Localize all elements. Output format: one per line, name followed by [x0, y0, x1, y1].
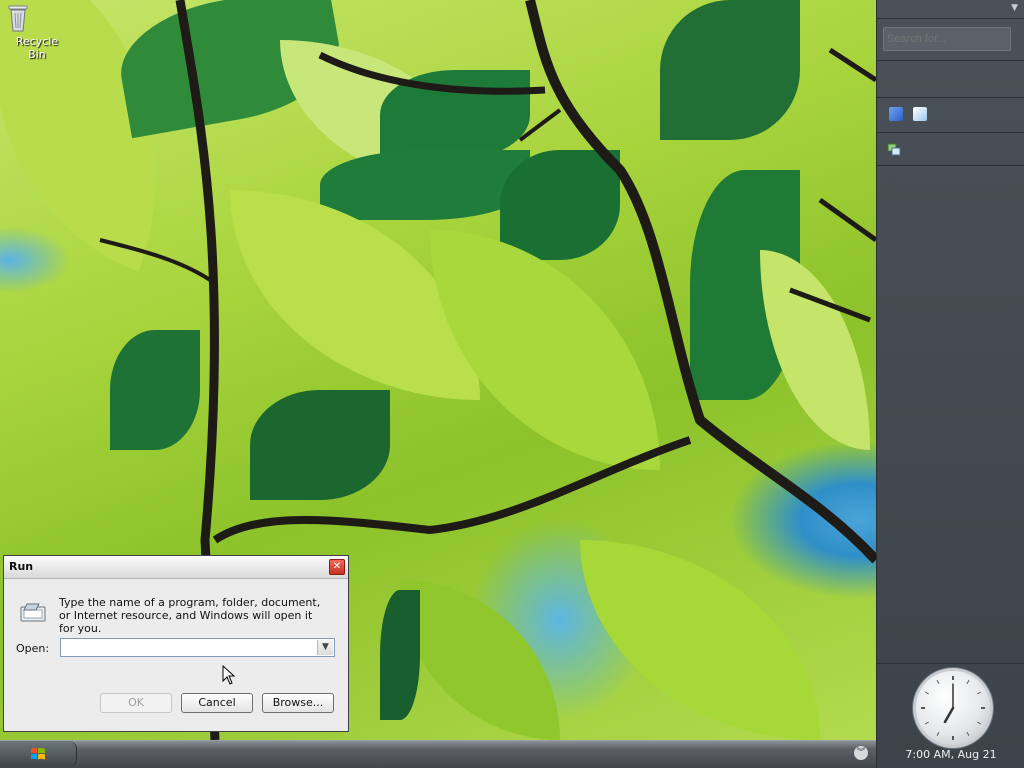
sidebar-header: ▼ — [877, 0, 1024, 18]
run-icon — [19, 601, 49, 623]
quick-launch-icons — [889, 107, 927, 121]
show-desktop-icon[interactable] — [913, 107, 927, 121]
divider — [877, 165, 1024, 166]
windows-logo-icon — [30, 747, 46, 761]
desktop-icon-label: Recycle Bin — [15, 35, 59, 61]
dropdown-arrow-icon[interactable]: ▼ — [317, 640, 333, 655]
clock-tick — [925, 721, 930, 725]
divider — [877, 663, 1024, 664]
ok-button[interactable]: OK — [100, 693, 172, 713]
cancel-button[interactable]: Cancel — [181, 693, 253, 713]
show-hidden-icons-chevron-icon[interactable]: ︾ — [854, 746, 868, 760]
divider — [877, 60, 1024, 61]
clock-tick — [936, 731, 940, 736]
open-combobox[interactable]: ▼ — [60, 638, 335, 657]
dialog-title: Run — [9, 560, 34, 573]
clock-face — [913, 668, 993, 748]
clock-tick — [925, 691, 930, 695]
run-dialog: Run ✕ Type the name of a program, folder… — [3, 555, 349, 732]
clock-tick — [976, 691, 981, 695]
clock-tick — [976, 721, 981, 725]
clock-tick — [966, 731, 970, 736]
desktop-icon-recycle-bin[interactable]: Recycle Bin — [6, 2, 68, 61]
dialog-titlebar[interactable]: Run ✕ — [4, 556, 348, 579]
clock-hour-hand — [943, 706, 955, 724]
taskbar: ︾ — [0, 740, 876, 768]
divider — [877, 18, 1024, 19]
close-icon: ✕ — [332, 561, 342, 572]
start-button[interactable] — [0, 741, 77, 767]
network-icon[interactable] — [887, 142, 901, 156]
windows-sidebar: ▼ 7:00 AM, Aug 21 — [876, 0, 1024, 768]
close-button[interactable]: ✕ — [329, 559, 345, 575]
ie-icon[interactable] — [889, 107, 903, 121]
open-label: Open: — [16, 642, 50, 655]
recycle-bin-icon — [8, 2, 49, 32]
divider — [877, 97, 1024, 98]
clock-time-label: 7:00 AM, Aug 21 — [905, 748, 997, 761]
clock-tick — [966, 680, 970, 685]
sidebar-menu-arrow-icon[interactable]: ▼ — [1011, 3, 1018, 13]
dialog-description: Type the name of a program, folder, docu… — [59, 596, 321, 635]
browse-button[interactable]: Browse... — [262, 693, 334, 713]
mouse-cursor-icon — [222, 664, 236, 685]
clock-gadget[interactable] — [913, 668, 993, 748]
search-input[interactable] — [883, 27, 1011, 51]
clock-hands — [921, 676, 985, 740]
clock-tick — [936, 680, 940, 685]
divider — [877, 132, 1024, 133]
